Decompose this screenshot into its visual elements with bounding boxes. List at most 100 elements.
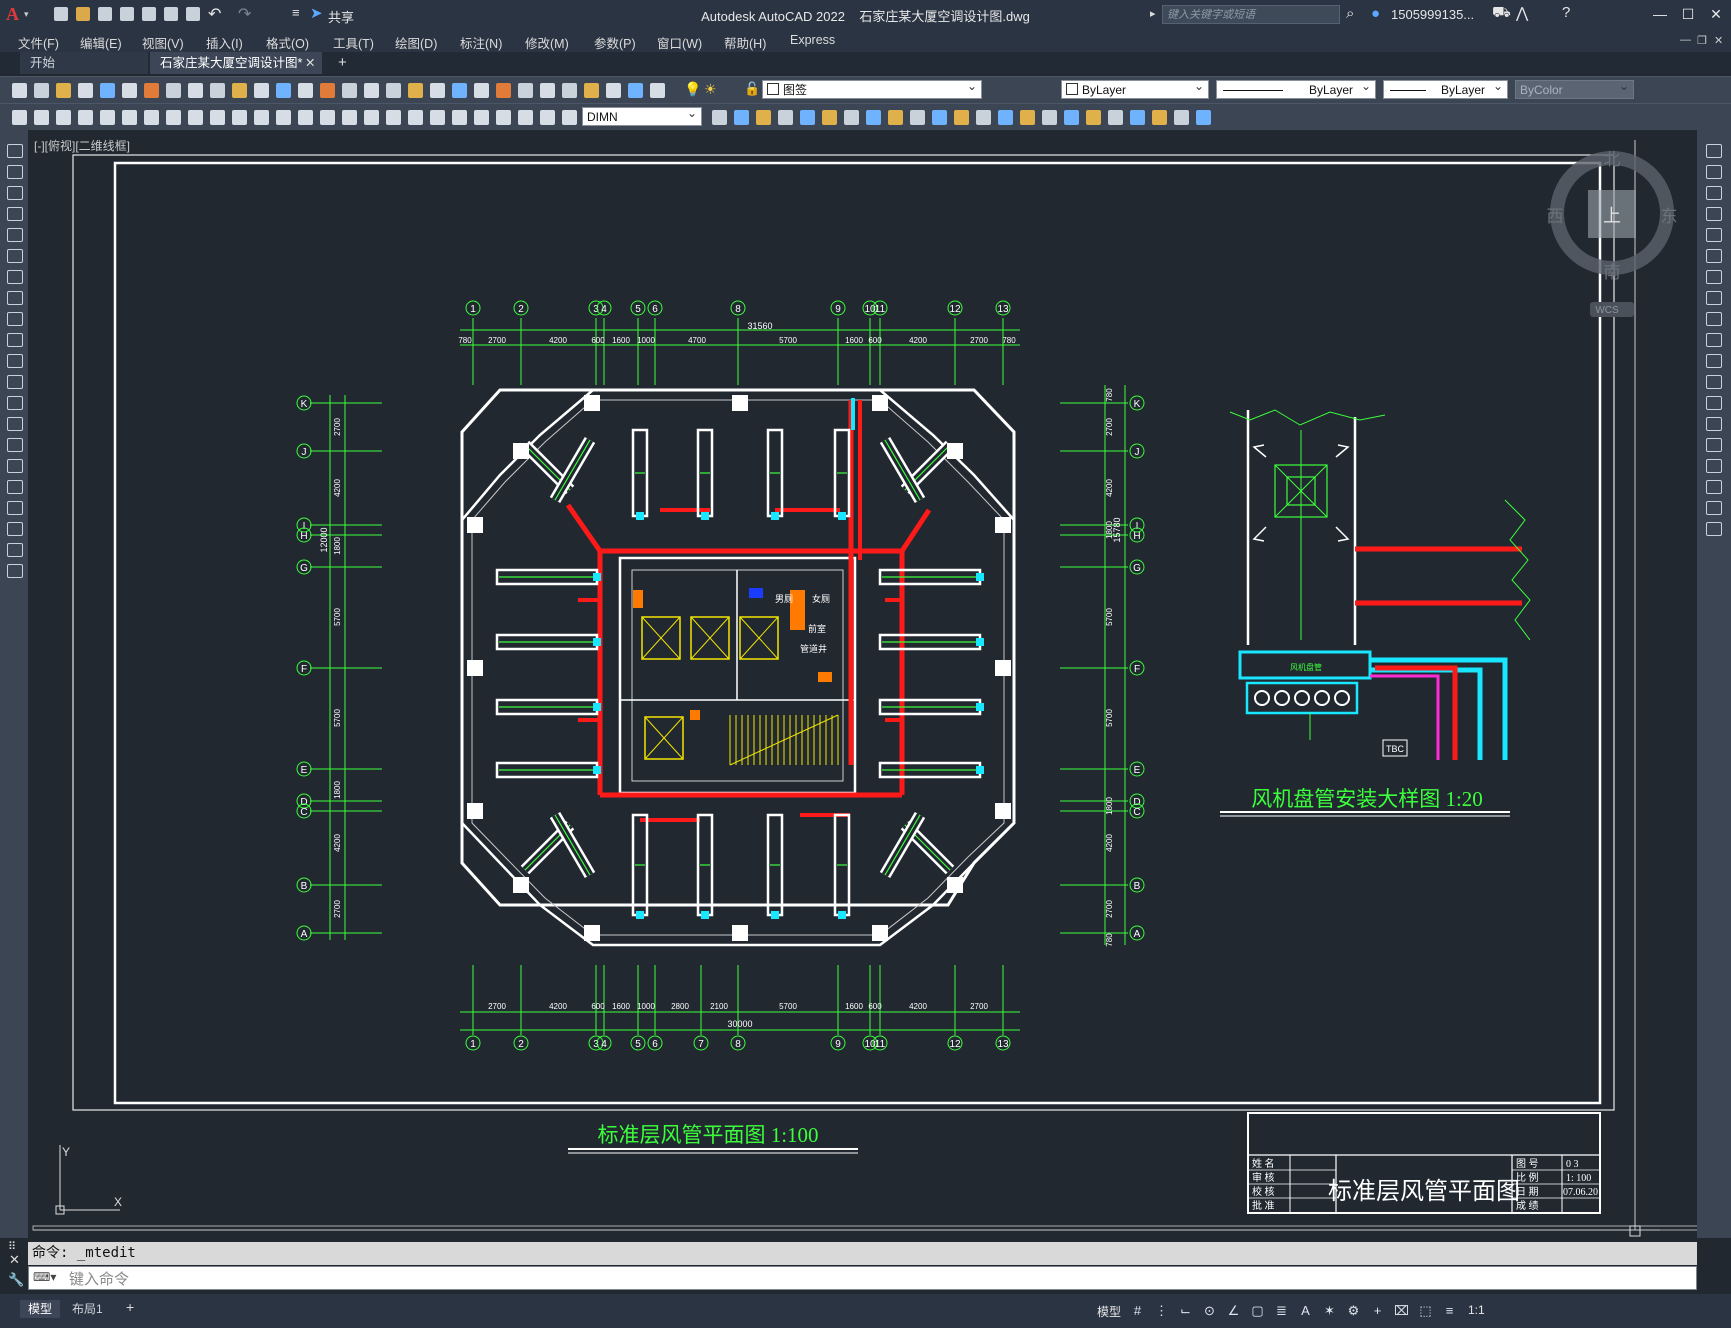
tab-drawing[interactable]: 石家庄某大厦空调设计图* ✕	[150, 52, 322, 74]
modify-tool-icon[interactable]	[1706, 186, 1722, 200]
user-icon[interactable]: ●	[1371, 5, 1380, 22]
viewcube-north[interactable]: 北	[1604, 150, 1621, 169]
menu-window[interactable]: 窗口(W)	[657, 33, 702, 52]
plot-icon[interactable]	[186, 7, 200, 21]
recent-commands-icon[interactable]: ⌨▾	[33, 1270, 56, 1284]
dimension-tool-icon[interactable]	[1064, 110, 1079, 125]
modify-tool-icon[interactable]	[1706, 228, 1722, 242]
menu-help[interactable]: 帮助(H)	[724, 33, 766, 52]
share-icon[interactable]: ➤	[310, 4, 323, 22]
tab-start[interactable]: 开始	[20, 52, 148, 74]
save-icon[interactable]	[98, 7, 112, 21]
modify-tool-icon[interactable]	[1706, 249, 1722, 263]
dimension-tool-icon[interactable]	[844, 110, 859, 125]
autodesk-app-icon[interactable]: ⋀	[1516, 4, 1528, 22]
lineweight-dropdown[interactable]: ByLayer	[1383, 77, 1508, 99]
dimension-tool-icon[interactable]	[1042, 110, 1057, 125]
standard-tool-icon[interactable]	[78, 83, 93, 98]
viewcube-west[interactable]: 西	[1547, 207, 1564, 226]
dimension-tool-icon[interactable]	[34, 110, 49, 125]
modify-tool-icon[interactable]	[1706, 480, 1722, 494]
layer-thaw-icon[interactable]: ☀	[704, 81, 717, 98]
dimension-tool-icon[interactable]	[712, 110, 727, 125]
status-toggle-icon[interactable]: A	[1298, 1303, 1313, 1318]
command-line[interactable]: ⌨▾	[28, 1266, 1697, 1290]
annotation-scale[interactable]: 1:1	[1468, 1303, 1485, 1317]
modify-tool-icon[interactable]	[1706, 375, 1722, 389]
standard-tool-icon[interactable]	[540, 83, 555, 98]
menu-tools[interactable]: 工具(T)	[333, 33, 374, 52]
status-toggle-icon[interactable]: ✶	[1322, 1303, 1337, 1318]
draw-tool-icon[interactable]	[7, 438, 23, 452]
dimension-tool-icon[interactable]	[800, 110, 815, 125]
modify-tool-icon[interactable]	[1706, 165, 1722, 179]
dimension-tool-icon[interactable]	[1108, 110, 1123, 125]
new-layout-icon[interactable]: +	[126, 1299, 134, 1315]
standard-tool-icon[interactable]	[628, 83, 643, 98]
open-from-web-icon[interactable]	[142, 7, 156, 21]
menu-edit[interactable]: 编辑(E)	[80, 33, 122, 52]
user-account-menu[interactable]: 1505999135...	[1391, 7, 1474, 22]
dimension-tool-icon[interactable]	[320, 110, 335, 125]
standard-tool-icon[interactable]	[408, 83, 423, 98]
menu-parametric[interactable]: 参数(P)	[594, 33, 636, 52]
status-toggle-icon[interactable]: #	[1130, 1303, 1145, 1318]
dimension-tool-icon[interactable]	[100, 110, 115, 125]
help-icon[interactable]: ?	[1562, 4, 1570, 21]
tab-model[interactable]: 模型	[20, 1300, 61, 1318]
draw-tool-icon[interactable]	[7, 207, 23, 221]
dimension-tool-icon[interactable]	[386, 110, 401, 125]
plotstyle-dropdown[interactable]: ByColor	[1515, 77, 1634, 99]
modify-tool-icon[interactable]	[1706, 144, 1722, 158]
draw-tool-icon[interactable]	[7, 165, 23, 179]
dimension-tool-icon[interactable]	[210, 110, 225, 125]
maximize-button[interactable]: ☐	[1678, 6, 1698, 23]
model-space-button[interactable]: 模型	[1097, 1303, 1121, 1320]
dimension-tool-icon[interactable]	[778, 110, 793, 125]
layer-lock-icon[interactable]: 🔓	[744, 81, 760, 97]
status-toggle-icon[interactable]: ≡	[1442, 1303, 1457, 1318]
draw-tool-icon[interactable]	[7, 186, 23, 200]
viewcube-south[interactable]: 南	[1604, 263, 1621, 282]
draw-tool-icon[interactable]	[7, 249, 23, 263]
search-icon[interactable]: ⌕	[1346, 5, 1354, 22]
search-input[interactable]: 键入关键字或短语	[1162, 5, 1340, 24]
modify-tool-icon[interactable]	[1706, 501, 1722, 515]
save-as-icon[interactable]	[120, 7, 134, 21]
status-toggle-icon[interactable]: ⌙	[1178, 1303, 1193, 1318]
viewcube-top-label[interactable]: 上	[1603, 206, 1621, 226]
undo-icon[interactable]: ↶	[208, 4, 221, 24]
draw-tool-icon[interactable]	[7, 396, 23, 410]
standard-tool-icon[interactable]	[474, 83, 489, 98]
draw-tool-icon[interactable]	[7, 522, 23, 536]
dimension-tool-icon[interactable]	[998, 110, 1013, 125]
save-to-web-icon[interactable]	[164, 7, 178, 21]
dimstyle-dropdown[interactable]: DIMN	[582, 104, 702, 126]
dimension-tool-icon[interactable]	[562, 110, 577, 125]
dimension-tool-icon[interactable]	[12, 110, 27, 125]
dimension-tool-icon[interactable]	[1196, 110, 1211, 125]
dimension-tool-icon[interactable]	[342, 110, 357, 125]
menu-draw[interactable]: 绘图(D)	[395, 33, 437, 52]
tab-close-icon[interactable]: ✕	[305, 52, 315, 74]
standard-tool-icon[interactable]	[496, 83, 511, 98]
viewcube[interactable]: 上 北 南 东 西 WCS	[1547, 150, 1678, 317]
standard-tool-icon[interactable]	[34, 83, 49, 98]
modify-tool-icon[interactable]	[1706, 396, 1722, 410]
new-file-icon[interactable]	[54, 7, 68, 21]
dimension-tool-icon[interactable]	[822, 110, 837, 125]
standard-tool-icon[interactable]	[650, 83, 665, 98]
standard-tool-icon[interactable]	[584, 83, 599, 98]
viewport-controls[interactable]: [-][俯视][二维线框]	[34, 137, 130, 154]
dimension-tool-icon[interactable]	[298, 110, 313, 125]
standard-tool-icon[interactable]	[606, 83, 621, 98]
dimension-tool-icon[interactable]	[364, 110, 379, 125]
status-toggle-icon[interactable]: ⊙	[1202, 1303, 1217, 1318]
dimension-tool-icon[interactable]	[1020, 110, 1035, 125]
draw-tool-icon[interactable]	[7, 228, 23, 242]
dimension-tool-icon[interactable]	[976, 110, 991, 125]
cart-icon[interactable]: ⛟	[1492, 4, 1511, 23]
status-toggle-icon[interactable]: ⌧	[1394, 1303, 1409, 1318]
dimension-tool-icon[interactable]	[56, 110, 71, 125]
dimension-tool-icon[interactable]	[430, 110, 445, 125]
